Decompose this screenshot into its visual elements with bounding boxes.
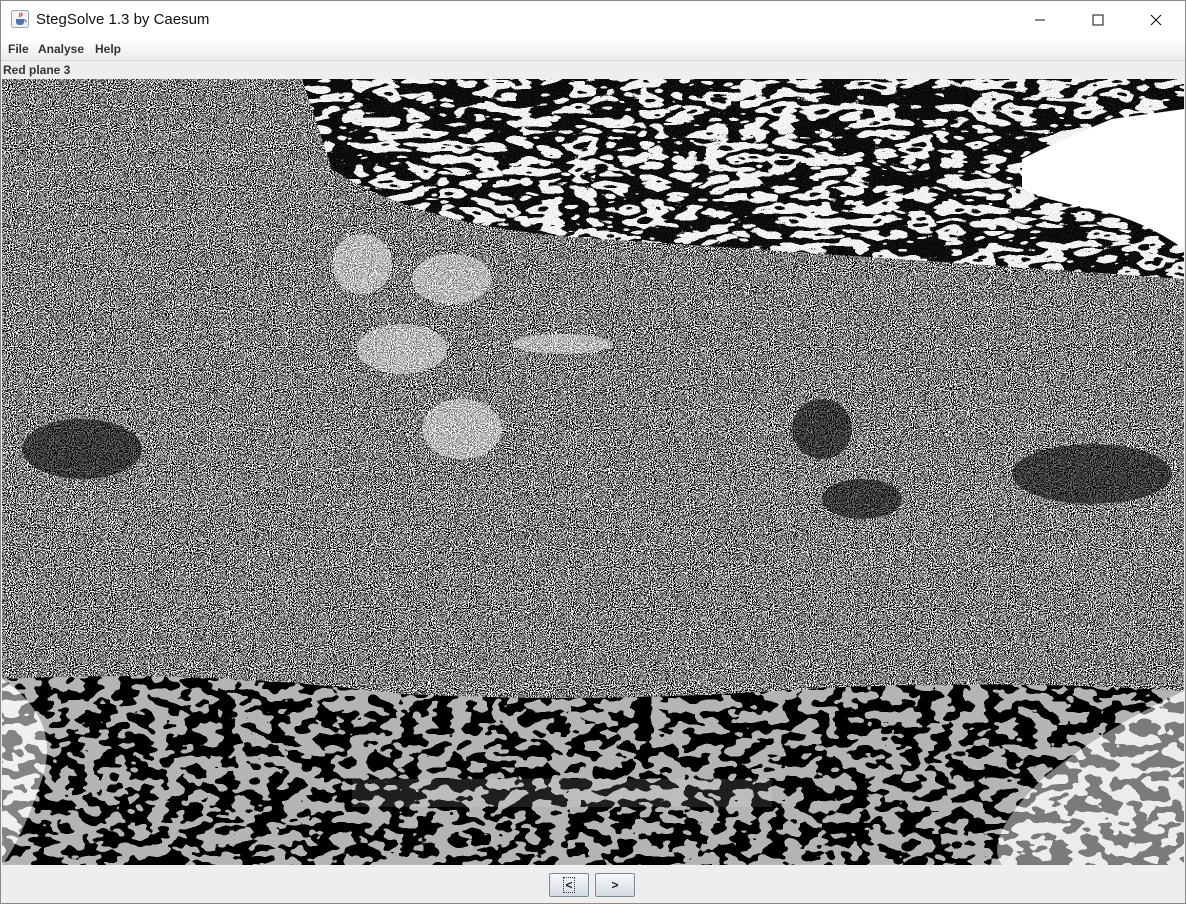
dark-ground-region — [2, 659, 1184, 865]
previous-label: < — [563, 877, 575, 893]
menu-file[interactable]: File — [8, 42, 29, 56]
maximize-icon — [1092, 14, 1104, 26]
close-icon — [1150, 14, 1162, 26]
menu-help[interactable]: Help — [95, 42, 121, 56]
title-bar[interactable]: StegSolve 1.3 by Caesum — [1, 1, 1185, 39]
window-title: StegSolve 1.3 by Caesum — [36, 11, 210, 28]
maximize-button[interactable] — [1069, 1, 1127, 39]
bit-plane-image — [2, 79, 1184, 865]
next-plane-button[interactable]: > — [595, 873, 635, 897]
minimize-icon — [1035, 19, 1045, 21]
bit-plane-noise-image — [2, 79, 1184, 865]
close-button[interactable] — [1127, 1, 1185, 39]
faint-text-band — [352, 779, 772, 807]
minimize-button[interactable] — [1011, 1, 1069, 39]
menu-bar: File Analyse Help — [1, 39, 1185, 61]
stegsolve-window: StegSolve 1.3 by Caesum File Analyse Hel… — [0, 0, 1186, 904]
menu-analyse[interactable]: Analyse — [38, 42, 84, 56]
plane-label: Red plane 3 — [3, 63, 71, 77]
java-cup-icon — [11, 10, 29, 28]
previous-plane-button[interactable]: < — [549, 873, 589, 897]
next-label: > — [611, 878, 619, 892]
